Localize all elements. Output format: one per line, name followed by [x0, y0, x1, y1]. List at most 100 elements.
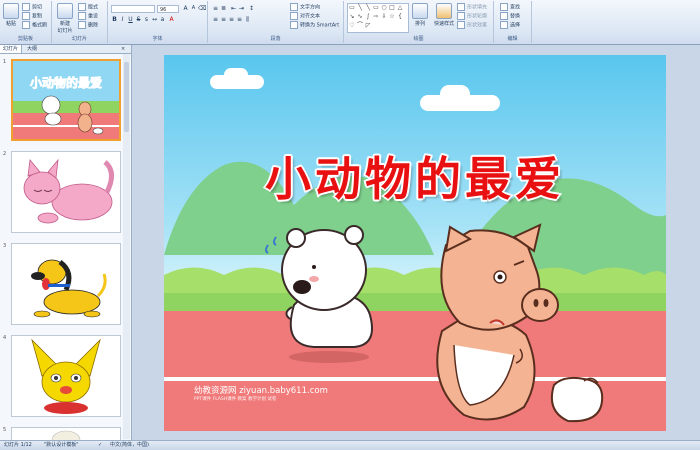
- drawing-group: ▭ ╲ ╲ ▭ ○ □ △ ↘ ∿ ∫ ⇨ ⇩ ☆ { ♡ ⌒ ◸ 排列 快速样…: [344, 1, 494, 43]
- curve-shape-icon[interactable]: ∿: [356, 13, 364, 20]
- align-left-icon[interactable]: ≡: [212, 16, 219, 23]
- group-label: 字体: [152, 36, 163, 42]
- italic-icon[interactable]: I: [119, 16, 126, 23]
- increase-indent-icon[interactable]: ⇥: [238, 5, 245, 12]
- thumbnail-art: [12, 428, 120, 441]
- tab-slides[interactable]: 幻灯片: [0, 45, 23, 53]
- triangle-shape-icon[interactable]: △: [396, 4, 404, 11]
- rectangle-shape-icon[interactable]: ▭: [348, 4, 356, 11]
- strikethrough-icon[interactable]: S: [135, 16, 142, 23]
- slide-title[interactable]: 小动物的最爱: [164, 143, 666, 209]
- font-size-field[interactable]: 96: [157, 5, 179, 13]
- white-shoe-object: [550, 376, 604, 423]
- slide-thumbnail-5[interactable]: [11, 427, 121, 441]
- underline-icon[interactable]: U: [127, 16, 134, 23]
- slide-editing-area: 小动物的最爱 幼教资源网 ziyuan.baby611.com PPT课件 FL…: [132, 45, 700, 440]
- text-direction-icon: [290, 3, 298, 11]
- bullets-icon[interactable]: ≡: [212, 5, 219, 12]
- font-name-field[interactable]: [111, 5, 155, 13]
- case-icon[interactable]: a: [159, 16, 166, 23]
- group-label: 剪贴板: [17, 36, 33, 42]
- cut-button[interactable]: 剪切: [22, 3, 42, 11]
- shape-fill-button[interactable]: 形状填充: [457, 3, 487, 11]
- slide-number: 3: [3, 243, 7, 249]
- replace-button[interactable]: 替换: [500, 12, 520, 20]
- layout-button[interactable]: 版式: [78, 3, 98, 11]
- copy-button[interactable]: 复制: [22, 12, 42, 20]
- slide-thumbnail-3[interactable]: [11, 243, 121, 325]
- new-slide-button[interactable]: 新建 幻灯片: [55, 3, 75, 34]
- current-slide[interactable]: 小动物的最爱 幼教资源网 ziyuan.baby611.com PPT课件 FL…: [164, 55, 666, 431]
- slides-group: 新建 幻灯片 版式 重设 删除 幻灯片: [52, 1, 108, 43]
- slide-number: 4: [3, 335, 7, 341]
- align-center-icon[interactable]: ≡: [220, 16, 227, 23]
- smartart-button[interactable]: 转换为 SmartArt: [290, 21, 339, 29]
- arrow-shape-icon[interactable]: ⇩: [380, 13, 388, 20]
- slide-number: 2: [3, 151, 7, 157]
- arrange-icon: [412, 3, 428, 19]
- select-button[interactable]: 选择: [500, 21, 520, 29]
- heart-shape-icon[interactable]: ♡: [348, 22, 356, 29]
- text-direction-button[interactable]: 文字方向: [290, 3, 320, 11]
- justify-icon[interactable]: ≡: [236, 16, 243, 23]
- thumbnail-art: [12, 336, 120, 416]
- paste-button[interactable]: 粘贴: [2, 3, 20, 27]
- align-text-button[interactable]: 对齐文本: [290, 12, 320, 20]
- oval-shape-icon[interactable]: ○: [380, 4, 388, 11]
- square-shape-icon[interactable]: □: [388, 4, 396, 11]
- delete-slide-button[interactable]: 删除: [78, 21, 98, 29]
- shadow-icon[interactable]: s: [143, 16, 150, 23]
- align-right-icon[interactable]: ≡: [228, 16, 235, 23]
- slide-thumbnail-4[interactable]: [11, 335, 121, 417]
- font-color-icon[interactable]: A: [168, 16, 175, 23]
- close-panel-icon[interactable]: ×: [118, 45, 128, 53]
- pen-icon: [457, 12, 465, 20]
- smartart-icon: [290, 21, 298, 29]
- line-spacing-icon[interactable]: ↕: [248, 5, 255, 12]
- ribbon: 粘贴 剪切 复制 格式刷 剪贴板 新建 幻灯片 版式 重设 删除 幻灯片 96 …: [0, 0, 700, 45]
- panel-scrollbar[interactable]: [123, 54, 130, 439]
- new-slide-icon: [57, 3, 73, 19]
- slide-thumbnail-2[interactable]: [11, 151, 121, 233]
- clear-format-icon[interactable]: ⌫: [198, 5, 206, 12]
- shapes-gallery[interactable]: ▭ ╲ ╲ ▭ ○ □ △ ↘ ∿ ∫ ⇨ ⇩ ☆ { ♡ ⌒ ◸: [347, 3, 409, 33]
- shape-outline-button[interactable]: 形状轮廓: [457, 12, 487, 20]
- brush-icon: [22, 21, 30, 29]
- shrink-font-icon[interactable]: A: [190, 5, 197, 12]
- find-button[interactable]: 查找: [500, 3, 520, 11]
- arrange-button[interactable]: 排列: [410, 3, 430, 27]
- decrease-indent-icon[interactable]: ⇤: [230, 5, 237, 12]
- arrow-shape-icon[interactable]: ↘: [348, 13, 356, 20]
- line-shape-icon[interactable]: ╲: [364, 4, 372, 11]
- columns-icon[interactable]: ⫼: [244, 16, 251, 23]
- spacing-icon[interactable]: ↔: [151, 16, 158, 23]
- slide-number: 5: [3, 427, 7, 433]
- scrollbar-thumb[interactable]: [124, 62, 129, 132]
- tab-outline[interactable]: 大纲: [24, 45, 40, 53]
- shape-effects-button[interactable]: 形状效果: [457, 21, 487, 29]
- rectangle-shape-icon[interactable]: ▭: [372, 4, 380, 11]
- scissors-icon: [22, 3, 30, 11]
- brace-shape-icon[interactable]: {: [396, 13, 404, 20]
- star-shape-icon[interactable]: ☆: [388, 13, 396, 20]
- paint-bucket-icon: [457, 3, 465, 11]
- format-painter-button[interactable]: 格式刷: [22, 21, 47, 29]
- bold-icon[interactable]: B: [111, 16, 118, 23]
- reset-button[interactable]: 重设: [78, 12, 98, 20]
- line-shape-icon[interactable]: ╲: [356, 4, 364, 11]
- paste-icon: [3, 3, 19, 19]
- slide-scene: [164, 161, 666, 431]
- thumbnail-art: 小动物的最爱: [13, 61, 119, 139]
- group-label: 幻灯片: [71, 36, 87, 42]
- callout-shape-icon[interactable]: ◸: [364, 22, 372, 29]
- slide-thumbnail-1[interactable]: 小动物的最爱: [11, 59, 121, 141]
- numbering-icon[interactable]: ≣: [220, 5, 227, 12]
- grass-strip: [164, 293, 666, 313]
- grow-font-icon[interactable]: A: [182, 5, 189, 12]
- quick-styles-button[interactable]: 快速样式: [432, 3, 456, 27]
- curve-shape-icon[interactable]: ∫: [364, 13, 372, 20]
- arrow-shape-icon[interactable]: ⇨: [372, 13, 380, 20]
- curve-shape-icon[interactable]: ⌒: [356, 22, 364, 29]
- group-label: 绘图: [413, 36, 424, 42]
- slides-panel: 幻灯片 大纲 × 1 小动物的最爱 2 3 4 5: [0, 45, 132, 441]
